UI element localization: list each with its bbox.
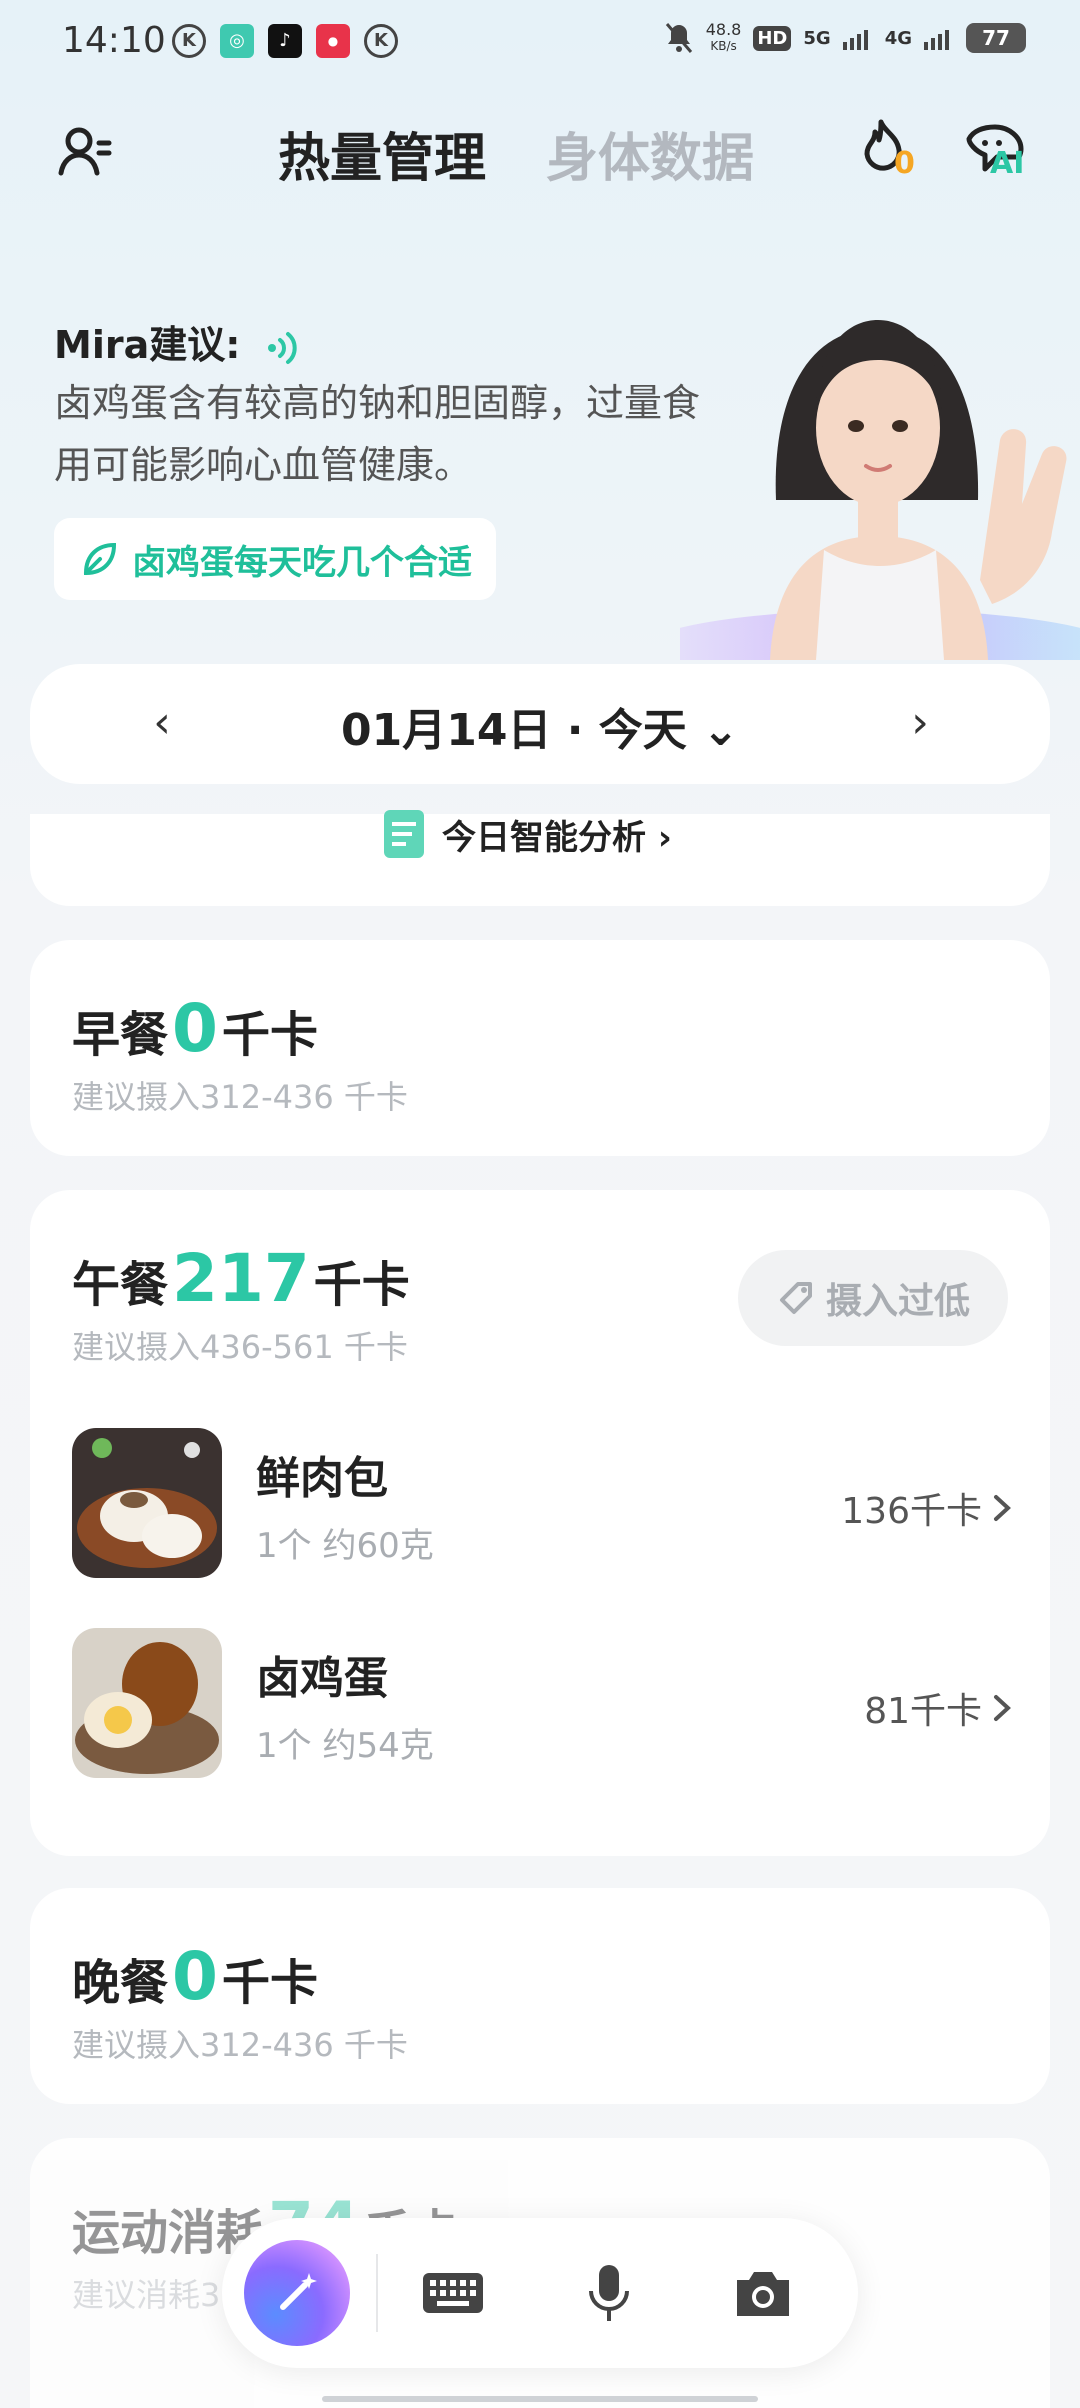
top-header: 热量管理 身体数据 0 AI	[0, 110, 1080, 200]
food-kcal-value: 81千卡	[864, 1691, 982, 1732]
ai-chat-button[interactable]: AI	[960, 116, 1030, 186]
meal-suggestion: 建议摄入312-436 千卡	[72, 1078, 408, 1116]
signal-icon-2	[924, 30, 949, 50]
leaf-icon	[83, 542, 117, 576]
meal-suggestion: 建议摄入312-436 千卡	[72, 2026, 408, 2064]
hd-badge: HD	[753, 25, 792, 51]
analysis-card: 今日智能分析 ›	[30, 810, 1050, 906]
meal-name: 晚餐	[72, 1955, 169, 2011]
ai-label: AI	[990, 146, 1025, 181]
food-quantity: 1个 约54克	[256, 1726, 434, 1766]
chevron-right-icon	[994, 1695, 1011, 1721]
lunch-card[interactable]: 午餐 217 千卡 建议摄入436-561 千卡 摄入过低 鲜肉包 1个 约60…	[30, 1190, 1050, 1856]
mira-title-text: Mira建议:	[54, 323, 241, 367]
food-item[interactable]: 卤鸡蛋 1个 约54克 81千卡	[72, 1628, 1012, 1778]
tiktok-icon: ♪	[268, 24, 302, 58]
meal-unit: 千卡	[221, 1007, 318, 1063]
profile-button[interactable]	[50, 116, 120, 186]
mute-icon	[665, 23, 692, 53]
tab-body-data[interactable]: 身体数据	[546, 116, 754, 191]
keyboard-button[interactable]	[418, 2258, 488, 2328]
dinner-card[interactable]: 晚餐 0 千卡 建议摄入312-436 千卡	[30, 1888, 1050, 2104]
status-bar: 14:10 K ◎ ♪ ● K 48.8 KB/s HD 5G 4G 77	[0, 0, 1080, 84]
meal-kcal: 0	[172, 990, 218, 1067]
status-right: 48.8 KB/s HD 5G 4G 77	[664, 22, 1026, 54]
toolbar-divider	[376, 2254, 378, 2332]
k-app-icon-2: K	[364, 24, 398, 58]
notepad-icon	[384, 810, 424, 858]
food-name: 鲜肉包	[256, 1453, 388, 1504]
app-notify-icon: ◎	[220, 24, 254, 58]
tag-icon	[779, 1282, 812, 1314]
breakfast-card[interactable]: 早餐 0 千卡 建议摄入312-436 千卡	[30, 940, 1050, 1156]
food-kcal: 136千卡	[841, 1482, 1012, 1534]
egg-image	[72, 1628, 222, 1778]
dinner-header: 晚餐 0 千卡	[72, 1938, 318, 2015]
keyboard-icon	[423, 2273, 483, 2313]
flame-count: 0	[894, 146, 915, 181]
mira-title: Mira建议:	[54, 314, 308, 369]
net-unit: KB/s	[710, 39, 737, 53]
food-quantity: 1个 约60克	[256, 1526, 434, 1566]
notification-icons: K ◎ ♪ ● K	[172, 24, 398, 58]
bun-image	[72, 1428, 222, 1578]
meal-suggestion: 建议摄入436-561 千卡	[72, 1328, 408, 1366]
signal-4g: 4G	[884, 27, 912, 49]
food-kcal-value: 136千卡	[841, 1491, 982, 1532]
meal-unit: 千卡	[313, 1257, 410, 1313]
intake-low-button[interactable]: 摄入过低	[738, 1250, 1008, 1346]
food-kcal: 81千卡	[864, 1682, 1012, 1734]
meal-kcal: 0	[172, 1938, 218, 2015]
ai-magic-button[interactable]	[244, 2240, 350, 2346]
microphone-button[interactable]	[574, 2258, 644, 2328]
app-red-icon: ●	[316, 24, 350, 58]
meal-unit: 千卡	[221, 1955, 318, 2011]
food-name: 卤鸡蛋	[256, 1653, 388, 1704]
status-time: 14:10	[62, 20, 166, 61]
smart-analysis-label: 今日智能分析 ›	[442, 817, 672, 858]
food-item[interactable]: 鲜肉包 1个 约60克 136千卡	[72, 1428, 1012, 1578]
input-toolbar	[222, 2218, 858, 2368]
chevron-right-icon	[994, 1495, 1011, 1521]
k-app-icon: K	[172, 24, 206, 58]
flame-button[interactable]: 0	[850, 116, 920, 186]
sound-wave-icon[interactable]	[264, 330, 308, 366]
profile-icon	[58, 127, 112, 176]
smart-analysis-link[interactable]: 今日智能分析 ›	[380, 808, 672, 860]
breakfast-header: 早餐 0 千卡	[72, 990, 318, 1067]
tab-calorie-management[interactable]: 热量管理	[278, 116, 486, 191]
meal-name: 午餐	[72, 1257, 169, 1313]
next-day-button[interactable]: ›	[890, 688, 950, 758]
net-speed: 48.8	[705, 20, 742, 39]
meal-suggestion: 建议消耗3	[72, 2276, 221, 2314]
mira-question-label: 卤鸡蛋每天吃几个合适	[132, 542, 472, 583]
meal-kcal: 217	[172, 1240, 310, 1317]
date-selector: ‹ 01月14日 · 今天 ⌄ ›	[30, 664, 1050, 784]
mira-avatar	[680, 250, 1080, 660]
mira-question-button[interactable]: 卤鸡蛋每天吃几个合适	[54, 518, 496, 600]
magic-wand-icon	[280, 2273, 317, 2310]
home-indicator	[322, 2396, 758, 2402]
lunch-header: 午餐 217 千卡	[72, 1240, 410, 1317]
microphone-icon	[589, 2265, 629, 2321]
battery-indicator: 77	[966, 23, 1026, 53]
signal-icon	[842, 30, 868, 50]
camera-icon	[737, 2272, 789, 2316]
camera-button[interactable]	[728, 2258, 798, 2328]
mira-suggestion-text: 卤鸡蛋含有较高的钠和胆固醇，过量食用可能影响心血管健康。	[54, 381, 701, 487]
signal-5g: 5G	[803, 27, 831, 49]
intake-low-label: 摄入过低	[825, 1281, 970, 1322]
meal-name: 早餐	[72, 1007, 169, 1063]
